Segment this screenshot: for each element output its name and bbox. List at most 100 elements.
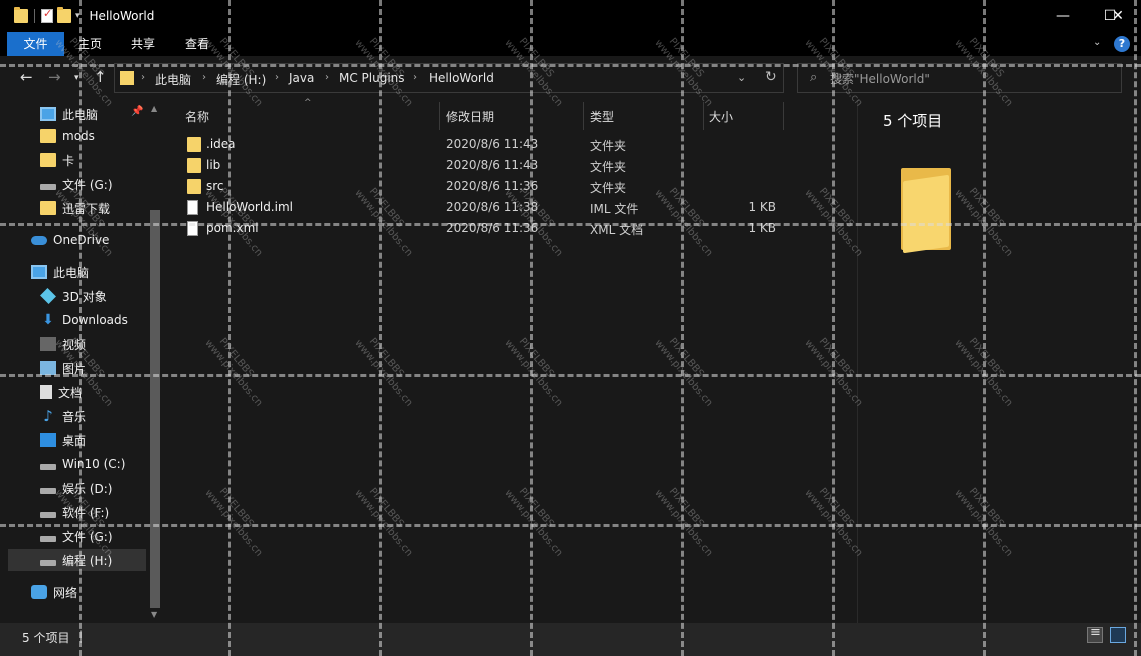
nav-item-documents[interactable]: 文档: [0, 381, 146, 403]
nav-item-pictures[interactable]: 图片: [0, 357, 146, 379]
breadcrumb-separator-icon[interactable]: ›: [202, 72, 206, 83]
file-icon: [187, 221, 198, 236]
tab-share[interactable]: 共享: [118, 32, 168, 56]
file-row[interactable]: .idea 2020/8/6 11:43 文件夹: [163, 134, 857, 155]
nav-item-label: 娱乐 (D:): [62, 481, 113, 496]
breadcrumb-separator-icon[interactable]: ›: [275, 72, 279, 83]
breadcrumb-helloworld[interactable]: HelloWorld: [429, 71, 494, 85]
nav-item-ka[interactable]: 卡: [0, 149, 146, 171]
file-row[interactable]: pom.xml 2020/8/6 11:36 XML 文档 1 KB: [163, 218, 857, 239]
file-row[interactable]: lib 2020/8/6 11:43 文件夹: [163, 155, 857, 176]
folder-icon: [40, 129, 56, 143]
large-icons-view-icon[interactable]: [1110, 627, 1126, 643]
help-icon[interactable]: ?: [1114, 36, 1130, 52]
nav-item-drive-d[interactable]: 娱乐 (D:): [0, 477, 146, 499]
picture-icon: [40, 361, 56, 375]
new-folder-icon[interactable]: [57, 7, 71, 23]
address-history-chevron-icon[interactable]: ⌄: [737, 71, 746, 84]
nav-item-drive-g[interactable]: 文件 (G:): [0, 525, 146, 547]
pin-icon[interactable]: 📌: [131, 106, 143, 117]
nav-item-label: OneDrive: [53, 233, 110, 247]
download-icon: ⬇: [42, 312, 54, 328]
nav-item-label: 此电脑: [62, 107, 99, 122]
nav-item-onedrive[interactable]: OneDrive: [0, 229, 146, 251]
nav-item-label: 迅雷下载: [62, 201, 111, 216]
nav-item-drive-g-quick[interactable]: 文件 (G:): [0, 173, 146, 195]
search-input[interactable]: [830, 70, 1110, 88]
tab-home[interactable]: 主页: [66, 32, 114, 56]
folder-icon: [120, 71, 134, 85]
file-type: 文件夹: [590, 160, 627, 174]
nav-item-label: 软件 (F:): [62, 505, 110, 520]
status-item-count: 5 个项目: [22, 631, 70, 645]
nav-item-xunlei-downloads[interactable]: 迅雷下载: [0, 197, 146, 219]
file-size: 1 KB: [748, 200, 776, 214]
nav-item-this-pc[interactable]: 此电脑: [0, 261, 146, 283]
nav-item-drive-c[interactable]: Win10 (C:): [0, 453, 146, 475]
nav-item-label: Downloads: [62, 313, 128, 327]
file-date: 2020/8/6 11:36: [446, 179, 539, 193]
tab-view[interactable]: 查看: [172, 32, 222, 56]
forward-arrow-icon[interactable]: →: [48, 68, 61, 86]
nav-item-downloads[interactable]: ⬇ Downloads: [0, 309, 146, 331]
close-button[interactable]: ✕: [1095, 0, 1141, 32]
customize-toolbar-chevron-icon[interactable]: ▾: [75, 11, 80, 21]
breadcrumb-this-pc[interactable]: 此电脑: [155, 71, 191, 88]
nav-item-label: 文档: [58, 385, 83, 400]
up-arrow-icon[interactable]: ↑: [94, 68, 107, 86]
properties-icon[interactable]: [41, 7, 53, 23]
folder-preview-icon: [901, 168, 953, 254]
breadcrumb-mc-plugins[interactable]: MC Plugins: [339, 71, 405, 85]
folder-icon: [40, 201, 56, 215]
address-bar[interactable]: › 此电脑 › 编程 (H:) › Java › MC Plugins › He…: [114, 63, 784, 93]
breadcrumb-separator-icon[interactable]: ›: [413, 72, 417, 83]
nav-item-label: 3D 对象: [62, 289, 107, 304]
breadcrumb-separator-icon[interactable]: ›: [325, 72, 329, 83]
column-divider[interactable]: [439, 102, 440, 130]
breadcrumb-separator-icon[interactable]: ›: [141, 72, 145, 83]
nav-item-drive-h[interactable]: 编程 (H:): [8, 549, 146, 571]
column-divider[interactable]: [703, 102, 704, 130]
nav-scrollbar-thumb[interactable]: [150, 210, 160, 608]
nav-item-drive-f[interactable]: 软件 (F:): [0, 501, 146, 523]
column-divider[interactable]: [583, 102, 584, 130]
status-bar: 5 个项目 |: [0, 623, 1141, 656]
title-bar: ▾ HelloWorld — ☐: [0, 0, 1141, 32]
nav-item-desktop[interactable]: 桌面: [0, 429, 146, 451]
nav-item-music[interactable]: ♪ 音乐: [0, 405, 146, 427]
drive-icon: [40, 560, 56, 566]
file-row[interactable]: HelloWorld.iml 2020/8/6 11:38 IML 文件 1 K…: [163, 197, 857, 218]
search-box[interactable]: ⌕: [797, 63, 1122, 93]
navigation-pane: 此电脑 📌 mods 卡 文件 (G:) 迅雷下载 OneDrive 此电脑 3…: [0, 100, 163, 623]
desktop-icon: [40, 433, 56, 447]
column-header-name[interactable]: 名称: [185, 105, 435, 129]
refresh-icon[interactable]: ↻: [765, 69, 777, 85]
column-header-type[interactable]: 类型: [590, 105, 700, 129]
pc-icon: [40, 107, 56, 121]
scroll-up-arrow-icon[interactable]: ▲: [151, 104, 157, 113]
network-icon: [31, 585, 47, 599]
expand-ribbon-chevron-icon[interactable]: ⌄: [1093, 37, 1101, 48]
nav-item-network[interactable]: 网络: [0, 581, 146, 603]
nav-item-videos[interactable]: 视频: [0, 333, 146, 355]
breadcrumb-java[interactable]: Java: [289, 71, 314, 85]
details-view-icon[interactable]: [1087, 625, 1103, 643]
minimize-icon: [1041, 0, 1087, 32]
tab-file[interactable]: 文件: [7, 32, 64, 56]
breadcrumb-drive-h[interactable]: 编程 (H:): [216, 71, 266, 88]
nav-item-label: 图片: [62, 361, 87, 376]
folder-icon: [187, 137, 201, 152]
nav-item-mods[interactable]: mods: [0, 125, 146, 147]
scroll-down-arrow-icon[interactable]: ▼: [151, 610, 157, 619]
nav-item-this-pc-quick[interactable]: 此电脑: [0, 103, 146, 125]
file-row[interactable]: src 2020/8/6 11:36 文件夹: [163, 176, 857, 197]
column-header-size[interactable]: 大小: [709, 105, 779, 129]
window-title: HelloWorld: [89, 9, 155, 23]
nav-item-3d-objects[interactable]: 3D 对象: [0, 285, 146, 307]
back-arrow-icon[interactable]: ←: [20, 68, 33, 86]
folder-icon: [187, 158, 201, 173]
recent-locations-chevron-icon[interactable]: ▾: [74, 73, 79, 83]
column-header-date[interactable]: 修改日期: [446, 105, 581, 129]
file-type: 文件夹: [590, 139, 627, 153]
column-divider[interactable]: [783, 102, 784, 130]
